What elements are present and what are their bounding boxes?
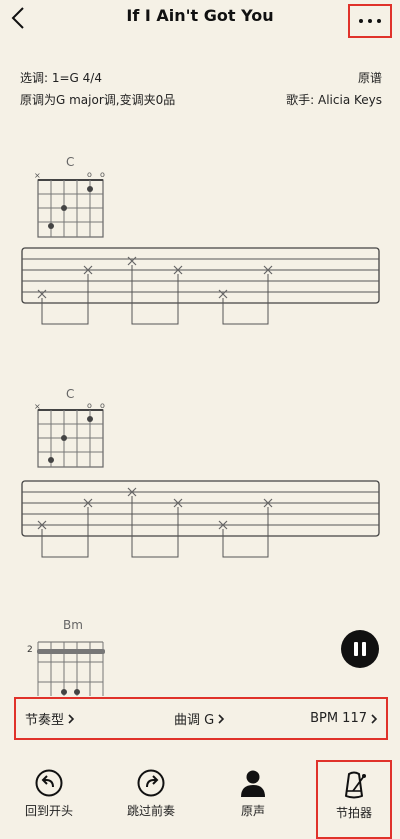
chord-name: C bbox=[66, 155, 75, 169]
tab-staff bbox=[21, 480, 380, 558]
chevron-right-icon bbox=[371, 713, 378, 724]
song-info: 选调: 1=G 4/4 原调为G major调,变调夹0品 bbox=[20, 67, 175, 111]
singer-line: 歌手: Alicia Keys bbox=[286, 93, 382, 107]
back-button[interactable] bbox=[8, 4, 30, 32]
pause-icon-bar bbox=[362, 642, 366, 656]
metronome-icon bbox=[345, 771, 366, 799]
skip-intro-button[interactable]: 跳过前奏 bbox=[116, 762, 186, 834]
skip-intro-label: 跳过前奏 bbox=[126, 804, 175, 818]
key-label: 曲调 G bbox=[174, 713, 215, 728]
more-options-button[interactable] bbox=[348, 4, 392, 38]
pause-button[interactable] bbox=[341, 630, 379, 668]
tab-staff bbox=[21, 247, 380, 325]
rhythm-label: 节奏型 bbox=[25, 713, 65, 728]
bpm-selector[interactable]: BPM 117 bbox=[310, 711, 378, 726]
skip-intro-icon bbox=[137, 769, 165, 797]
bottom-toolbar: 回到开头 跳过前奏 原声 节拍器 bbox=[0, 760, 400, 839]
more-dots-icon bbox=[359, 19, 381, 23]
playback-settings-bar: 节奏型 曲调 G BPM 117 bbox=[14, 697, 388, 740]
fret-number: 2 bbox=[27, 645, 33, 655]
metronome-button[interactable]: 节拍器 bbox=[316, 760, 392, 839]
chevron-left-icon bbox=[11, 7, 24, 29]
header: If I Ain't Got You bbox=[0, 0, 400, 38]
metronome-label: 节拍器 bbox=[335, 806, 372, 820]
person-icon bbox=[241, 770, 265, 797]
page-title: If I Ain't Got You bbox=[126, 6, 274, 25]
original-key-line: 原调为G major调,变调夹0品 bbox=[20, 93, 176, 107]
rewind-to-start-button[interactable]: 回到开头 bbox=[14, 762, 84, 834]
chord-name: C bbox=[66, 387, 75, 401]
pause-icon-bar bbox=[354, 642, 358, 656]
rewind-to-start-icon bbox=[35, 769, 63, 797]
bpm-label: BPM 117 bbox=[310, 711, 367, 726]
sheet-type: 原谱 bbox=[357, 71, 382, 85]
chord-diagram bbox=[37, 641, 105, 696]
key-line: 选调: 1=G 4/4 bbox=[20, 71, 102, 85]
original-sound-button[interactable]: 原声 bbox=[225, 762, 281, 834]
key-selector[interactable]: 曲调 G bbox=[174, 709, 225, 728]
chord-diagram bbox=[37, 409, 104, 468]
original-sound-label: 原声 bbox=[240, 804, 265, 818]
chord-name: Bm bbox=[63, 618, 83, 632]
chevron-right-icon bbox=[68, 713, 75, 724]
song-meta: 原谱 歌手: Alicia Keys bbox=[286, 67, 382, 111]
chord-diagram bbox=[37, 179, 104, 238]
rhythm-selector[interactable]: 节奏型 bbox=[25, 709, 75, 728]
rewind-to-start-label: 回到开头 bbox=[24, 804, 73, 818]
chevron-right-icon bbox=[218, 713, 225, 724]
